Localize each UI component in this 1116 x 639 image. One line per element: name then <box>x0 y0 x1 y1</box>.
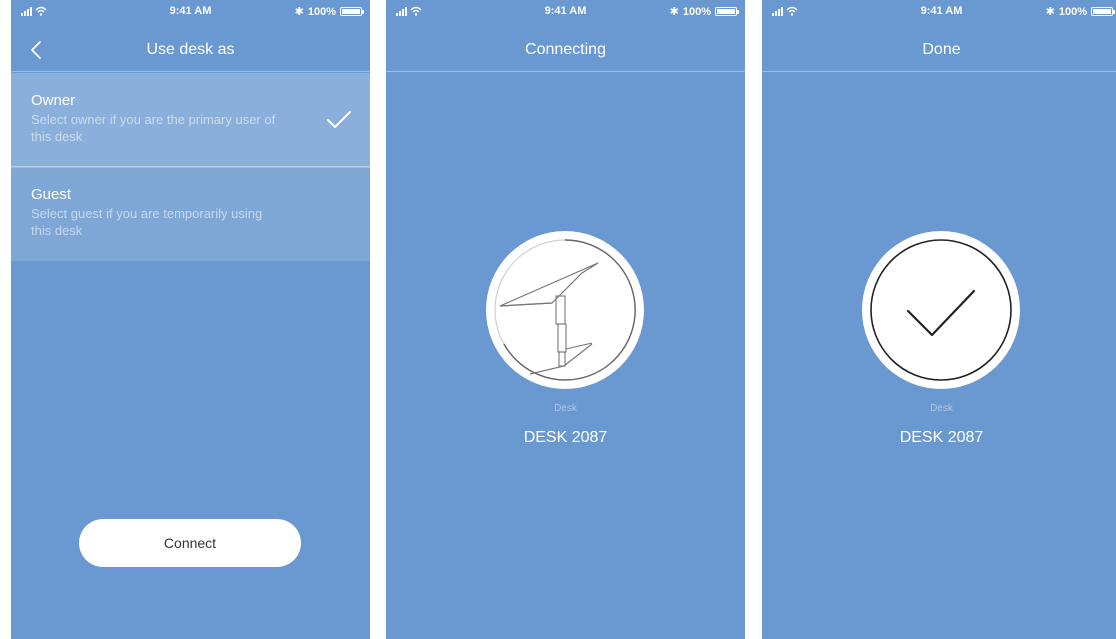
status-bar: 9:41 AM ✱ 100% <box>386 0 745 22</box>
nav-bar: Done <box>762 22 1116 72</box>
bluetooth-icon: ✱ <box>669 6 679 18</box>
nav-bar: Use desk as <box>11 22 370 72</box>
connect-button[interactable]: Connect <box>79 519 301 567</box>
page-title: Connecting <box>525 41 606 58</box>
page-title: Use desk as <box>146 41 235 58</box>
bluetooth-icon: ✱ <box>1045 6 1055 18</box>
status-bar: 9:41 AM ✱ 100% <box>11 0 370 22</box>
desk-label: Desk <box>554 403 577 414</box>
desk-label: Desk <box>930 403 953 414</box>
option-description: Select guest if you are temporarily usin… <box>31 206 263 238</box>
bluetooth-icon: ✱ <box>294 6 304 18</box>
connecting-progress-ring <box>486 231 644 389</box>
desk-name: DESK 2087 <box>899 429 984 446</box>
screen-use-desk-as: 9:41 AM ✱ 100% Use desk as Owner Select … <box>11 0 370 639</box>
page-title: Done <box>922 41 961 58</box>
battery-icon <box>715 7 739 16</box>
battery-percent: 100% <box>682 5 711 18</box>
battery-percent: 100% <box>307 5 336 18</box>
option-title: Guest <box>31 186 72 203</box>
option-description: Select owner if you are the primary user… <box>31 112 276 144</box>
battery-icon <box>340 7 364 16</box>
option-guest[interactable]: Guest Select guest if you are temporaril… <box>11 166 370 261</box>
status-bar: 9:41 AM ✱ 100% <box>762 0 1116 22</box>
desk-name: DESK 2087 <box>523 429 608 446</box>
battery-icon <box>1091 7 1115 16</box>
option-title: Owner <box>31 92 76 109</box>
checkmark-icon <box>327 111 351 128</box>
option-owner[interactable]: Owner Select owner if you are the primar… <box>11 73 370 168</box>
done-check-circle <box>862 231 1020 389</box>
nav-bar: Connecting <box>386 22 745 72</box>
screen-connecting: 9:41 AM ✱ 100% Connecting Desk DESK 2087 <box>386 0 745 639</box>
battery-percent: 100% <box>1058 5 1087 18</box>
screen-done: 9:41 AM ✱ 100% Done Desk DESK 2087 <box>762 0 1116 639</box>
